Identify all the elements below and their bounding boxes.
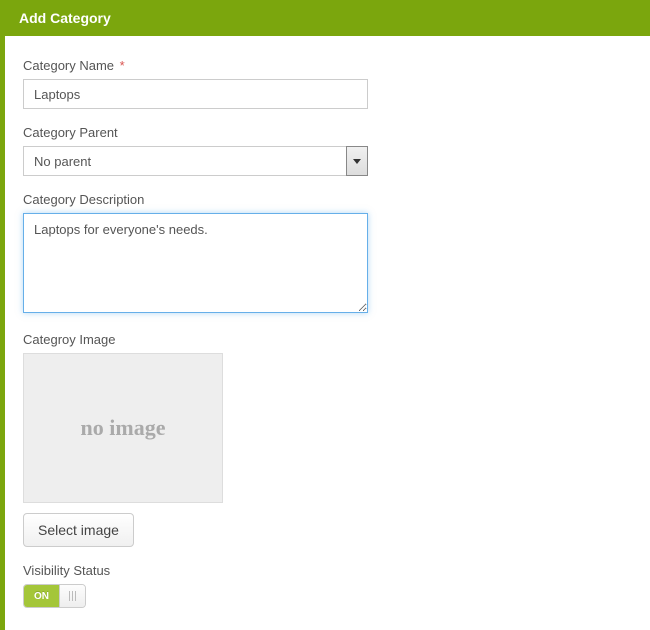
category-name-input[interactable] <box>23 79 368 109</box>
category-description-group: Category Description <box>23 192 632 316</box>
category-name-label: Category Name * <box>23 58 632 73</box>
category-name-label-text: Category Name <box>23 58 114 73</box>
add-category-panel: Add Category Category Name * Category Pa… <box>0 0 650 630</box>
visibility-toggle[interactable]: ON <box>23 584 86 608</box>
visibility-status-label: Visibility Status <box>23 563 632 578</box>
no-image-text: no image <box>81 415 166 441</box>
category-image-group: Categroy Image no image Select image <box>23 332 632 547</box>
toggle-handle-icon <box>59 585 85 607</box>
category-parent-group: Category Parent No parent <box>23 125 632 176</box>
toggle-on-label: ON <box>24 585 59 607</box>
category-parent-select-wrap: No parent <box>23 146 368 176</box>
category-description-label: Category Description <box>23 192 632 207</box>
select-image-button[interactable]: Select image <box>23 513 134 547</box>
category-name-group: Category Name * <box>23 58 632 109</box>
category-parent-select[interactable]: No parent <box>23 146 368 176</box>
image-placeholder: no image <box>23 353 223 503</box>
category-image-label: Categroy Image <box>23 332 632 347</box>
category-description-textarea[interactable] <box>23 213 368 313</box>
category-parent-label: Category Parent <box>23 125 632 140</box>
visibility-status-group: Visibility Status ON <box>23 563 632 608</box>
panel-title: Add Category <box>19 10 111 26</box>
panel-header: Add Category <box>5 0 650 36</box>
required-mark: * <box>120 58 125 73</box>
panel-body: Category Name * Category Parent No paren… <box>5 36 650 630</box>
